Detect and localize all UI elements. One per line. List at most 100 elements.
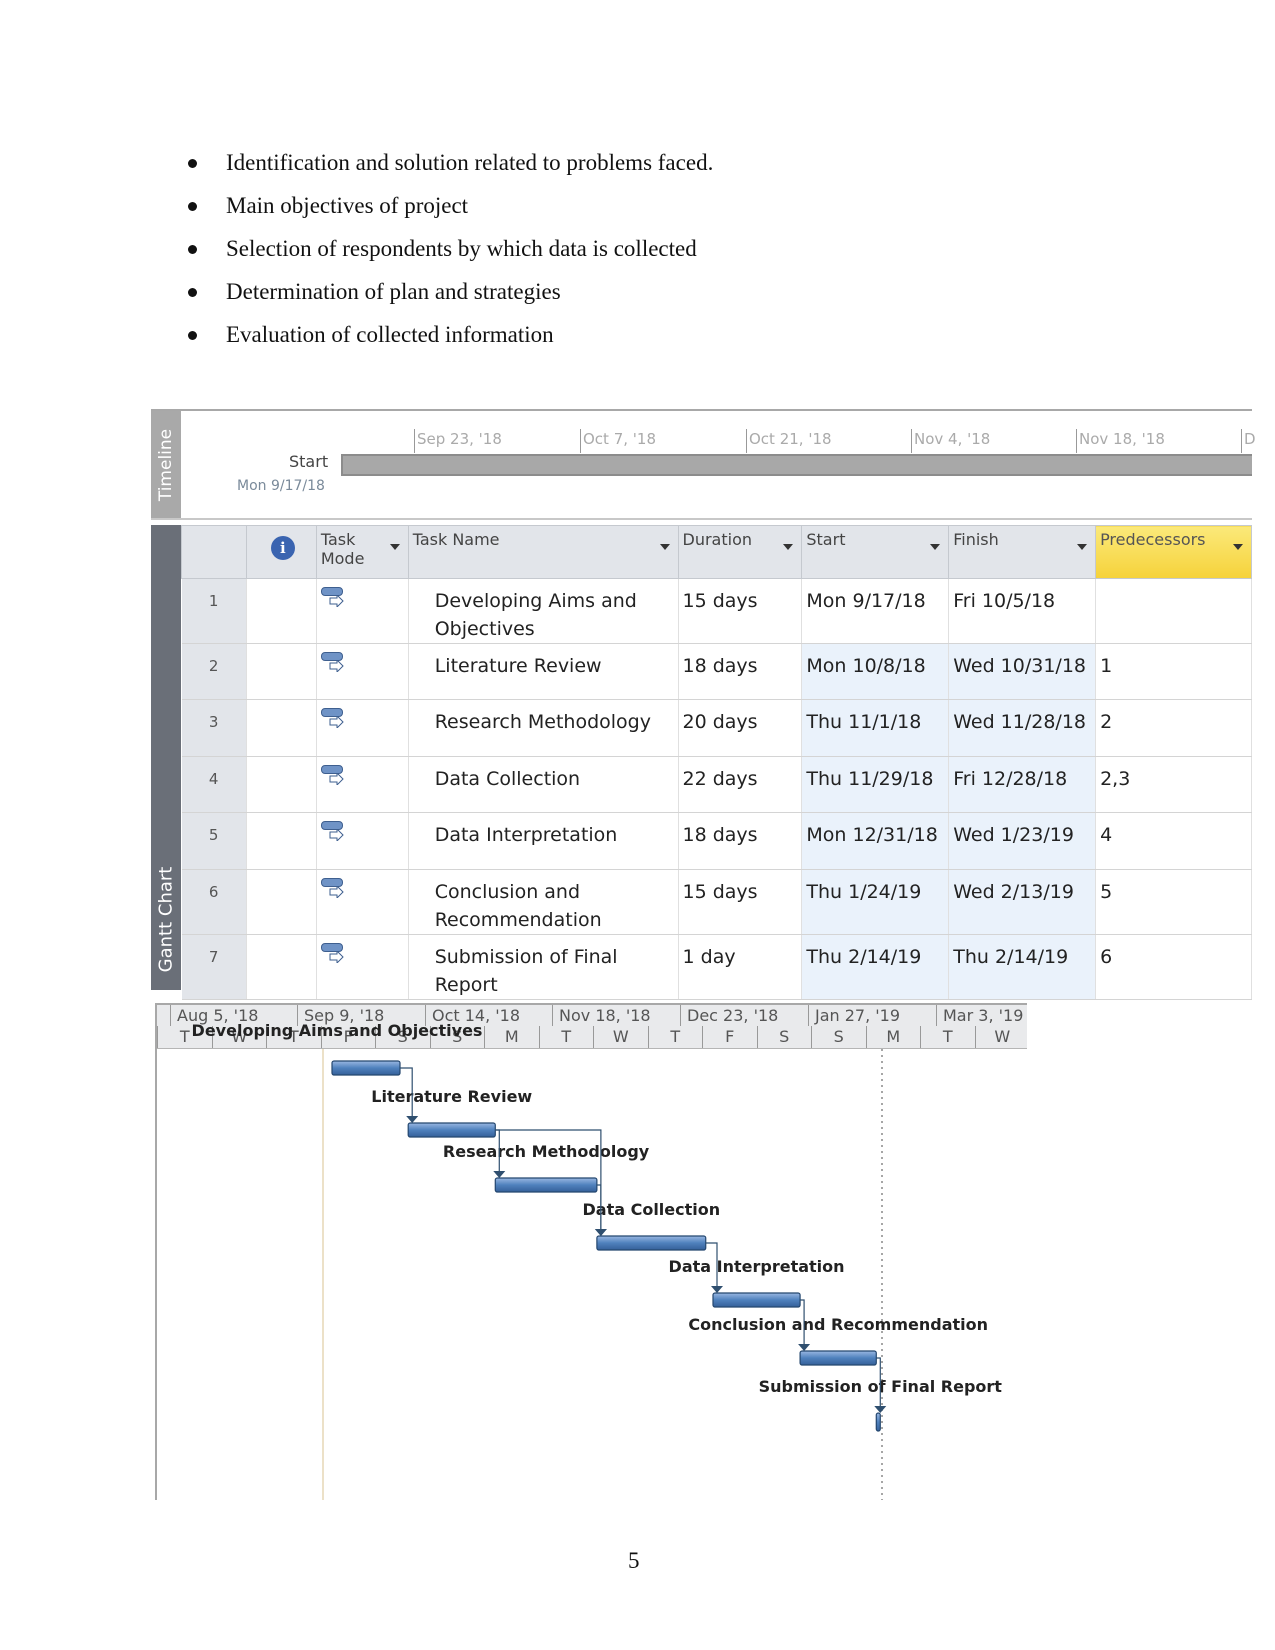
row-id[interactable]: 3 <box>181 699 247 757</box>
gantt-bar[interactable] <box>712 1292 801 1308</box>
row-task-name[interactable]: Data Collection <box>408 756 679 813</box>
row-start[interactable]: Mon 10/8/18 <box>801 643 950 700</box>
row-id[interactable]: 2 <box>181 643 247 700</box>
row-id[interactable]: 4 <box>181 756 247 813</box>
row-finish[interactable]: Fri 12/28/18 <box>948 756 1097 813</box>
column-header-task-name[interactable]: Task Name <box>407 525 679 579</box>
timeline-tick: Nov 18, '18 <box>1076 429 1165 453</box>
row-duration[interactable]: 20 days <box>678 699 803 757</box>
bullet-item: Identification and solution related to p… <box>180 148 713 191</box>
bullet-icon <box>188 288 197 297</box>
bullet-icon <box>188 202 197 211</box>
row-predecessors[interactable]: 4 <box>1095 812 1252 870</box>
gantt-bar[interactable] <box>596 1235 707 1251</box>
row-id[interactable]: 6 <box>181 869 247 935</box>
column-header-duration[interactable]: Duration <box>677 525 803 579</box>
row-finish[interactable]: Wed 1/23/19 <box>948 812 1097 870</box>
bullet-icon <box>188 159 197 168</box>
column-header-task-mode[interactable]: Task Mode <box>315 525 409 579</box>
row-task-mode[interactable] <box>316 756 409 813</box>
row-task-mode[interactable] <box>316 934 409 1000</box>
row-indicator <box>246 812 317 870</box>
row-indicator <box>246 578 317 644</box>
timeline-panel: Timeline Sep 23, '18 Oct 7, '18 Oct 21, … <box>151 409 1256 520</box>
table-row[interactable]: 5 Data Interpretation 18 days Mon 12/31/18 W… <box>181 812 1252 870</box>
table-row[interactable]: 3 Research Methodology 20 days Thu 11/1/18 W… <box>181 699 1252 757</box>
row-predecessors[interactable]: 5 <box>1095 869 1252 935</box>
dropdown-arrow-icon[interactable] <box>783 544 794 550</box>
gantt-bar[interactable] <box>331 1060 401 1076</box>
bullet-item: Determination of plan and strategies <box>180 277 713 320</box>
row-task-mode[interactable] <box>316 869 409 935</box>
auto-scheduled-icon <box>320 878 347 900</box>
row-indicator <box>246 756 317 813</box>
row-task-name[interactable]: Submission of Final Report <box>408 934 679 1000</box>
timeline-tick: Sep 23, '18 <box>414 429 502 453</box>
table-row[interactable]: 1 Developing Aims and Objectives 15 days Mo… <box>181 578 1252 644</box>
row-duration[interactable]: 15 days <box>678 869 803 935</box>
row-duration[interactable]: 1 day <box>678 934 803 1000</box>
row-id[interactable]: 7 <box>181 934 247 1000</box>
row-duration[interactable]: 15 days <box>678 578 803 644</box>
row-start[interactable]: Thu 11/1/18 <box>801 699 950 757</box>
table-row[interactable]: 6 Conclusion and Recommendation 15 days Thu… <box>181 869 1252 935</box>
row-task-mode[interactable] <box>316 578 409 644</box>
row-task-name[interactable]: Conclusion and Recommendation <box>408 869 679 935</box>
timeline-tab[interactable]: Timeline <box>151 411 181 518</box>
dropdown-arrow-icon[interactable] <box>659 544 670 550</box>
row-finish[interactable]: Fri 10/5/18 <box>948 578 1097 644</box>
row-duration[interactable]: 18 days <box>678 643 803 700</box>
row-finish[interactable]: Thu 2/14/19 <box>948 934 1097 1000</box>
row-finish[interactable]: Wed 10/31/18 <box>948 643 1097 700</box>
dependency-arrow-icon <box>798 1344 811 1351</box>
column-header-finish[interactable]: Finish <box>948 525 1097 579</box>
row-start[interactable]: Thu 11/29/18 <box>801 756 950 813</box>
gantt-bar[interactable] <box>494 1177 598 1193</box>
table-row[interactable]: 4 Data Collection 22 days Thu 11/29/18 Fri 1… <box>181 756 1252 813</box>
row-task-name[interactable]: Developing Aims and Objectives <box>408 578 679 644</box>
row-task-name[interactable]: Literature Review <box>408 643 679 700</box>
column-header-start[interactable]: Start <box>801 525 950 579</box>
timeline-tick: Nov 4, '18 <box>911 429 990 453</box>
row-task-mode[interactable] <box>316 643 409 700</box>
row-start[interactable]: Mon 12/31/18 <box>801 812 950 870</box>
row-predecessors[interactable]: 2,3 <box>1095 756 1252 813</box>
row-task-name[interactable]: Research Methodology <box>408 699 679 757</box>
row-predecessors[interactable]: 6 <box>1095 934 1252 1000</box>
dropdown-arrow-icon[interactable] <box>1233 544 1243 550</box>
bullet-icon <box>188 331 197 340</box>
row-task-mode[interactable] <box>316 699 409 757</box>
row-start[interactable]: Mon 9/17/18 <box>801 578 950 644</box>
gantt-bar-label: Research Methodology <box>443 1142 650 1161</box>
row-task-name[interactable]: Data Interpretation <box>408 812 679 870</box>
table-row[interactable]: 7 Submission of Final Report 1 day Thu 2/14… <box>181 934 1252 1000</box>
row-start[interactable]: Thu 2/14/19 <box>801 934 950 1000</box>
row-id[interactable]: 1 <box>181 578 247 644</box>
row-duration[interactable]: 22 days <box>678 756 803 813</box>
row-predecessors[interactable]: 2 <box>1095 699 1252 757</box>
gantt-bar[interactable] <box>875 1412 881 1432</box>
gantt-chart-tab[interactable]: Gantt Chart <box>151 525 181 990</box>
timeline-bar[interactable] <box>341 454 1252 476</box>
row-finish[interactable]: Wed 11/28/18 <box>948 699 1097 757</box>
bullet-item: Main objectives of project <box>180 191 713 234</box>
dependency-arrow-icon <box>406 1116 419 1123</box>
column-header-predecessors[interactable]: Predecessors <box>1095 525 1252 579</box>
dropdown-arrow-icon[interactable] <box>1077 544 1088 550</box>
dependency-arrow-icon <box>874 1406 887 1413</box>
column-header-info[interactable]: i <box>245 525 317 579</box>
row-predecessors[interactable] <box>1095 578 1252 644</box>
gantt-bar[interactable] <box>407 1122 496 1138</box>
row-finish[interactable]: Wed 2/13/19 <box>948 869 1097 935</box>
dropdown-arrow-icon[interactable] <box>389 544 400 550</box>
gantt-bar[interactable] <box>799 1350 877 1366</box>
row-id[interactable]: 5 <box>181 812 247 870</box>
row-task-mode[interactable] <box>316 812 409 870</box>
table-row[interactable]: 2 Literature Review 18 days Mon 10/8/18 Wed … <box>181 643 1252 700</box>
gantt-bar-label: Conclusion and Recommendation <box>688 1315 988 1334</box>
row-duration[interactable]: 18 days <box>678 812 803 870</box>
dropdown-arrow-icon[interactable] <box>930 544 941 550</box>
row-start[interactable]: Thu 1/24/19 <box>801 869 950 935</box>
column-header-id[interactable] <box>181 525 247 579</box>
row-predecessors[interactable]: 1 <box>1095 643 1252 700</box>
